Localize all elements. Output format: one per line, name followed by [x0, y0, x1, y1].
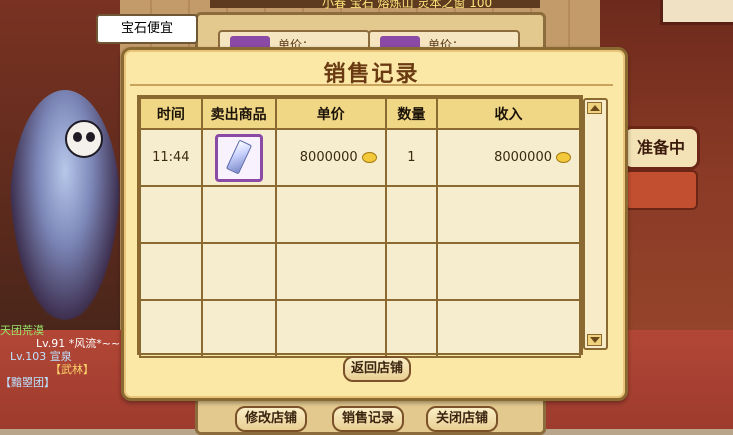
player-name-labels: 天团荒漠 Lv.91 *风流*~~ Lv.103 宣泉 【武林】 【黯曌团】 — [0, 324, 130, 389]
sales-records-button[interactable]: 销售记录 — [332, 406, 405, 432]
empty-cell — [436, 185, 581, 244]
empty-cell — [384, 299, 439, 358]
scene-window — [660, 0, 733, 25]
shop-action-bar: 修改店铺 销售记录 关闭店铺 — [232, 406, 522, 432]
return-to-shop-button[interactable]: 返回店铺 — [343, 356, 412, 382]
table-row-empty — [139, 242, 581, 301]
table-row: 11:44 8000000 1 8000000 — [139, 128, 581, 187]
empty-cell — [436, 299, 581, 358]
empty-cell — [200, 242, 277, 301]
table-scrollbar[interactable] — [583, 98, 608, 350]
cell-qty: 1 — [384, 128, 439, 187]
empty-cell — [139, 185, 203, 244]
player-character-sprite[interactable] — [10, 90, 120, 320]
player-name: 【武林】 — [50, 363, 94, 376]
ready-sign: 准备中 — [622, 126, 700, 170]
player-name: Lv.91 *风流*~~ — [36, 337, 121, 350]
coin-icon — [556, 152, 571, 163]
panda-avatar-icon — [65, 120, 103, 158]
empty-cell — [274, 185, 387, 244]
close-shop-button[interactable]: 关闭店铺 — [426, 406, 499, 432]
empty-cell — [139, 242, 203, 301]
empty-cell — [384, 242, 439, 301]
income-value: 8000000 — [494, 150, 552, 165]
gem-shape — [225, 139, 252, 174]
table-header-row: 时间 卖出商品 单价 数量 收入 — [139, 97, 581, 130]
player-name: 【黯曌团】 — [0, 376, 55, 389]
modify-shop-button[interactable]: 修改店铺 — [235, 406, 308, 432]
column-header-item: 卖出商品 — [200, 97, 277, 130]
scroll-up-arrow-icon[interactable] — [587, 102, 602, 114]
dialog-title: 销售记录 — [323, 61, 420, 87]
sales-table: 时间 卖出商品 单价 数量 收入 11:44 8000000 1 8000000 — [139, 97, 581, 358]
shop-name-tab[interactable]: 宝石便宜 — [96, 14, 198, 44]
table-row-empty — [139, 299, 581, 358]
empty-cell — [436, 242, 581, 301]
top-banner-text: 小春 宝石 熔炼山 灵本之窗 100 — [322, 0, 493, 10]
cell-price: 8000000 — [274, 128, 387, 187]
column-header-income: 收入 — [436, 97, 581, 130]
cell-time: 11:44 — [139, 128, 203, 187]
empty-cell — [200, 185, 277, 244]
cell-income: 8000000 — [436, 128, 581, 187]
table-row-empty — [139, 185, 581, 244]
coin-icon — [361, 152, 377, 163]
column-header-qty: 数量 — [384, 97, 439, 130]
ready-sign-base — [624, 170, 698, 210]
cell-item — [200, 128, 277, 187]
sales-table-frame: 时间 卖出商品 单价 数量 收入 11:44 8000000 1 8000000 — [137, 95, 583, 358]
empty-cell — [200, 299, 277, 358]
sales-record-dialog: 销售记录 时间 卖出商品 单价 数量 收入 11:44 8000000 1 80… — [121, 47, 628, 401]
empty-cell — [384, 185, 439, 244]
player-name: 天团荒漠 — [0, 324, 44, 337]
dialog-title-bar: 销售记录 — [130, 54, 613, 87]
empty-cell — [274, 242, 387, 301]
scroll-down-arrow-icon[interactable] — [587, 334, 602, 346]
empty-cell — [139, 299, 203, 358]
player-name: Lv.103 宣泉 — [10, 350, 72, 363]
column-header-price: 单价 — [274, 97, 387, 130]
price-value: 8000000 — [299, 150, 358, 165]
crystal-gem-icon[interactable] — [214, 133, 263, 182]
empty-cell — [274, 299, 387, 358]
column-header-time: 时间 — [139, 97, 203, 130]
